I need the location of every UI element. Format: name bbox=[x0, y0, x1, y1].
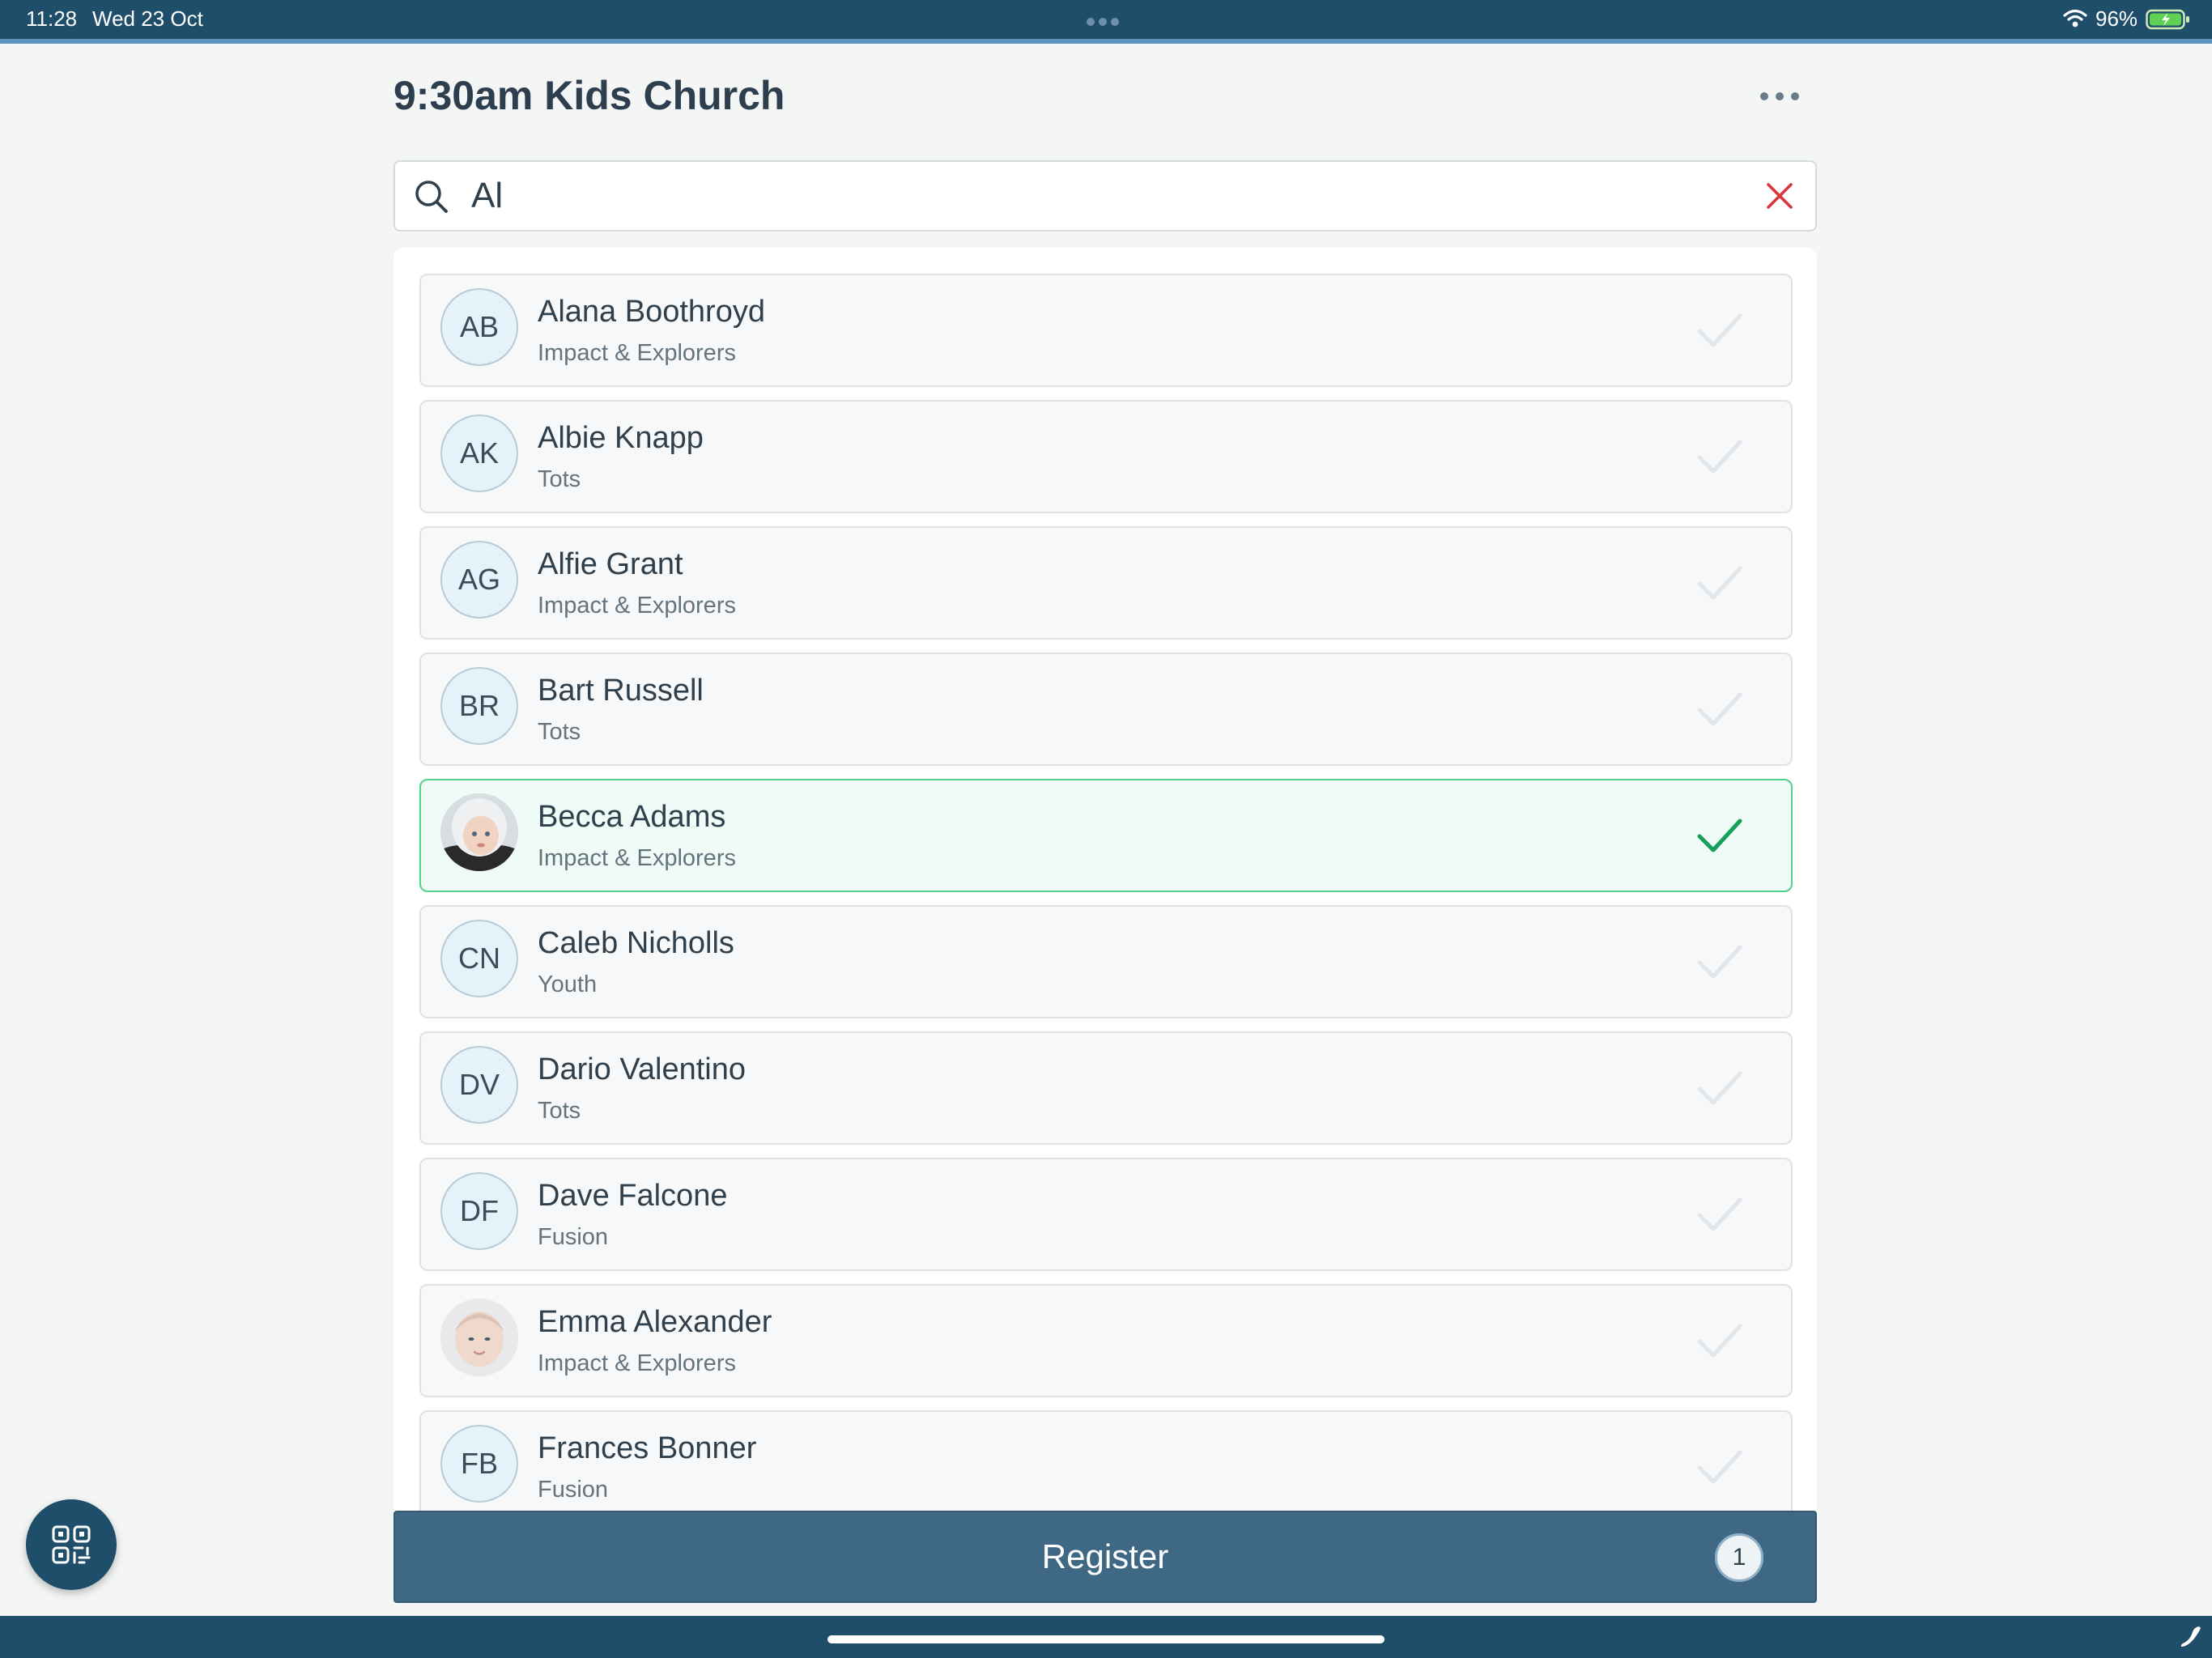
person-name: Frances Bonner bbox=[538, 1431, 757, 1465]
bottom-bar bbox=[0, 1616, 2212, 1658]
check-icon[interactable] bbox=[1695, 688, 1744, 730]
page-title: 9:30am Kids Church bbox=[393, 73, 785, 118]
person-name: Alfie Grant bbox=[538, 547, 683, 581]
avatar: AK bbox=[440, 414, 518, 492]
person-name: Albie Knapp bbox=[538, 421, 704, 455]
check-icon[interactable] bbox=[1695, 1067, 1744, 1109]
person-name: Dario Valentino bbox=[538, 1052, 747, 1086]
person-name: Dave Falcone bbox=[538, 1179, 728, 1213]
check-icon[interactable] bbox=[1695, 941, 1744, 983]
person-name: Caleb Nicholls bbox=[538, 926, 734, 960]
search-icon bbox=[415, 181, 448, 213]
wifi-icon bbox=[2063, 9, 2087, 28]
multitasking-icon[interactable] bbox=[1087, 15, 1125, 26]
person-row-selected[interactable]: Becca Adams Impact & Explorers bbox=[419, 779, 1793, 892]
check-icon[interactable] bbox=[1695, 1446, 1744, 1488]
person-group: Tots bbox=[538, 466, 581, 492]
person-group: Fusion bbox=[538, 1224, 609, 1250]
avatar: DV bbox=[440, 1046, 518, 1124]
person-row[interactable]: DF Dave Falcone Fusion bbox=[419, 1158, 1793, 1271]
register-count-badge: 1 bbox=[1715, 1533, 1763, 1582]
person-row[interactable]: AK Albie Knapp Tots bbox=[419, 400, 1793, 513]
check-icon[interactable] bbox=[1695, 814, 1744, 857]
status-time: 11:28 bbox=[26, 6, 78, 31]
avatar: FB bbox=[440, 1425, 518, 1503]
person-name: Bart Russell bbox=[538, 674, 704, 708]
check-icon[interactable] bbox=[1695, 436, 1744, 478]
person-name: Emma Alexander bbox=[538, 1305, 772, 1339]
more-options-button[interactable] bbox=[1749, 76, 1810, 115]
qr-code-icon bbox=[52, 1525, 91, 1564]
person-row[interactable]: AB Alana Boothroyd Impact & Explorers bbox=[419, 274, 1793, 387]
search-bar bbox=[393, 160, 1817, 232]
check-icon[interactable] bbox=[1695, 562, 1744, 604]
person-row[interactable]: BR Bart Russell Tots bbox=[419, 653, 1793, 766]
people-list: AB Alana Boothroyd Impact & Explorers AK… bbox=[393, 248, 1817, 1512]
check-icon[interactable] bbox=[1695, 1320, 1744, 1362]
person-row[interactable]: DV Dario Valentino Tots bbox=[419, 1031, 1793, 1145]
ellipsis-icon bbox=[1760, 92, 1768, 100]
clear-search-button[interactable] bbox=[1763, 180, 1796, 212]
person-group: Impact & Explorers bbox=[538, 340, 736, 366]
status-date: Wed 23 Oct bbox=[92, 6, 203, 31]
person-row[interactable]: AG Alfie Grant Impact & Explorers bbox=[419, 526, 1793, 640]
person-row[interactable]: FB Frances Bonner Fusion bbox=[419, 1410, 1793, 1512]
register-label: Register bbox=[1041, 1537, 1169, 1575]
person-name: Becca Adams bbox=[538, 800, 726, 834]
register-button[interactable]: Register 1 bbox=[393, 1511, 1817, 1603]
person-group: Impact & Explorers bbox=[538, 1350, 736, 1376]
battery-percentage: 96% bbox=[2095, 6, 2138, 31]
avatar: DF bbox=[440, 1172, 518, 1250]
person-row[interactable]: CN Caleb Nicholls Youth bbox=[419, 905, 1793, 1018]
avatar-photo bbox=[440, 793, 518, 871]
status-bar: 11:28 Wed 23 Oct 96% bbox=[0, 0, 2212, 44]
check-icon[interactable] bbox=[1695, 1193, 1744, 1235]
search-input[interactable] bbox=[471, 173, 1686, 219]
person-group: Impact & Explorers bbox=[538, 845, 736, 871]
person-row[interactable]: Emma Alexander Impact & Explorers bbox=[419, 1284, 1793, 1397]
person-group: Fusion bbox=[538, 1477, 609, 1503]
battery-charging-icon bbox=[2146, 9, 2189, 30]
person-group: Youth bbox=[538, 971, 598, 997]
avatar: AG bbox=[440, 541, 518, 619]
avatar: BR bbox=[440, 667, 518, 745]
person-group: Tots bbox=[538, 719, 581, 745]
person-name: Alana Boothroyd bbox=[538, 295, 765, 329]
check-icon[interactable] bbox=[1695, 309, 1744, 351]
person-group: Impact & Explorers bbox=[538, 593, 736, 619]
home-indicator[interactable] bbox=[827, 1635, 1385, 1643]
qr-scan-button[interactable] bbox=[26, 1499, 117, 1590]
avatar-photo bbox=[440, 1299, 518, 1376]
phone-icon[interactable] bbox=[2178, 1624, 2202, 1648]
person-group: Tots bbox=[538, 1098, 581, 1124]
avatar: AB bbox=[440, 288, 518, 366]
avatar: CN bbox=[440, 920, 518, 997]
close-icon bbox=[1767, 183, 1793, 209]
